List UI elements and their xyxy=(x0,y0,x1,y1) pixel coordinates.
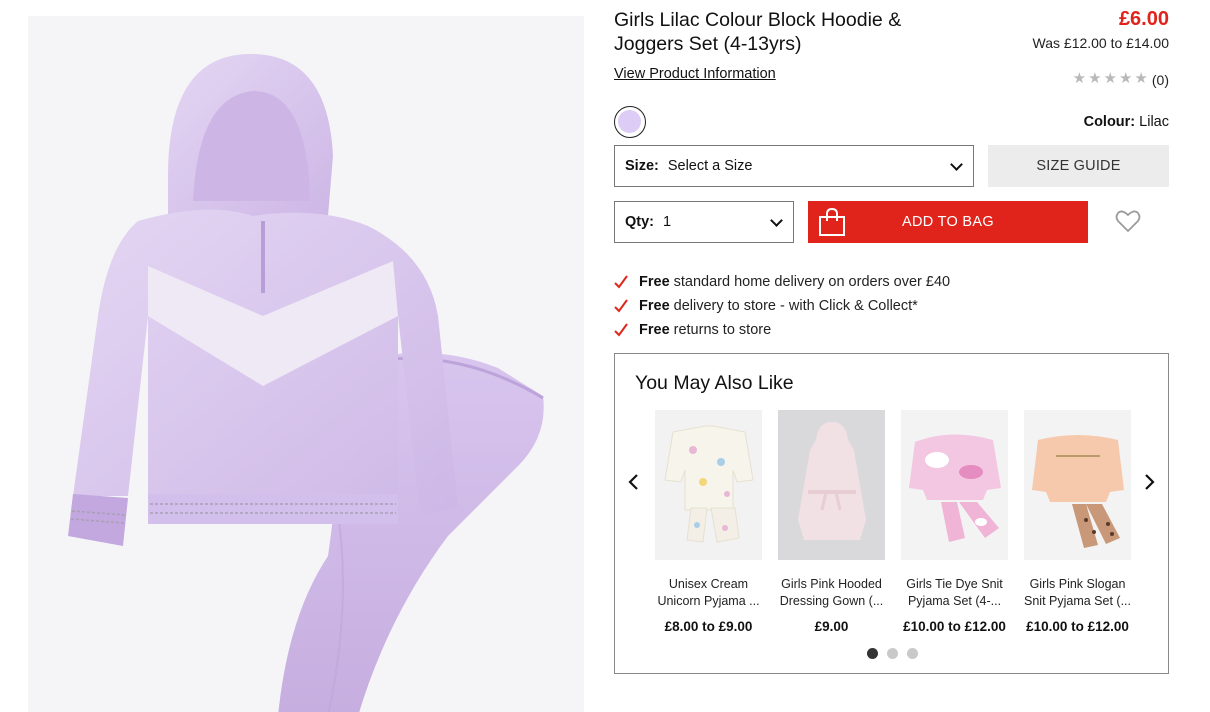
carousel-product-card[interactable]: Girls Pink Slogan Snit Pyjama Set (... £… xyxy=(1024,410,1131,634)
review-count: (0) xyxy=(1151,72,1169,88)
delivery-item-text: returns to store xyxy=(673,322,772,338)
heart-icon[interactable] xyxy=(1114,207,1142,235)
colour-swatch-fill xyxy=(618,110,641,133)
card-price: £8.00 to £9.00 xyxy=(664,619,753,634)
product-title-line1: Girls Lilac Colour Block Hoodie & xyxy=(614,9,902,31)
size-value: Select a Size xyxy=(667,158,753,174)
tick-icon xyxy=(614,299,628,313)
delivery-item-text: standard home delivery on orders over £4… xyxy=(673,274,951,290)
tick-icon xyxy=(614,275,628,289)
qty-label: Qty: xyxy=(625,214,654,230)
chevron-down-icon xyxy=(770,214,783,227)
was-price: Was £12.00 to £14.00 xyxy=(1032,35,1169,51)
product-main-image[interactable] xyxy=(28,16,584,712)
colour-indicator: Colour: Lilac xyxy=(1084,114,1169,130)
card-price: £10.00 to £12.00 xyxy=(1026,619,1129,634)
qty-value: 1 xyxy=(663,214,672,230)
shopping-bag-icon xyxy=(819,207,845,236)
carousel-dot[interactable] xyxy=(867,648,878,659)
card-name-line1: Girls Pink Slogan xyxy=(1029,577,1126,591)
colour-value: Lilac xyxy=(1139,114,1169,130)
colour-label: Colour: xyxy=(1083,114,1136,130)
star-icon: ★ xyxy=(1134,69,1148,87)
colour-swatch-lilac[interactable] xyxy=(614,106,646,138)
star-rating[interactable]: ★ ★ ★ ★ ★ (0) xyxy=(1073,69,1169,88)
product-title-line2: Joggers Set (4-13yrs) xyxy=(614,33,802,55)
you-may-also-like-carousel: You May Also Like Unisex Cream Unicorn P… xyxy=(614,353,1169,674)
chevron-right-icon[interactable] xyxy=(1140,472,1158,492)
chevron-left-icon[interactable] xyxy=(625,472,643,492)
delivery-item-bold: Free xyxy=(639,298,670,314)
delivery-item: Free standard home delivery on orders ov… xyxy=(614,270,950,294)
delivery-info-list: Free standard home delivery on orders ov… xyxy=(614,270,950,342)
view-product-information-link[interactable]: View Product Information xyxy=(614,66,776,82)
star-icon: ★ xyxy=(1088,69,1102,87)
size-guide-button[interactable]: SIZE GUIDE xyxy=(988,145,1169,187)
star-icon: ★ xyxy=(1118,69,1133,87)
product-price: £6.00 xyxy=(1118,8,1169,30)
delivery-item: Free delivery to store - with Click & Co… xyxy=(614,294,950,318)
carousel-dot[interactable] xyxy=(907,648,918,659)
tick-icon xyxy=(614,323,628,337)
card-name-line2: Snit Pyjama Set (... xyxy=(1024,594,1131,608)
delivery-item: Free returns to store xyxy=(614,318,950,342)
chevron-down-icon xyxy=(950,158,963,171)
star-icon: ★ xyxy=(1072,69,1087,87)
star-icon: ★ xyxy=(1103,69,1117,87)
add-to-bag-button[interactable]: ADD TO BAG xyxy=(808,201,1088,243)
carousel-pagination xyxy=(867,648,918,659)
product-thumbnail xyxy=(1024,410,1131,560)
product-title: Girls Lilac Colour Block Hoodie & Jogger… xyxy=(614,8,944,56)
card-name-line2: Dressing Gown (... xyxy=(779,594,884,608)
carousel-product-card[interactable]: Girls Pink Hooded Dressing Gown (... £9.… xyxy=(778,410,885,634)
carousel-dot[interactable] xyxy=(887,648,898,659)
product-thumbnail xyxy=(778,410,885,560)
size-label: Size: xyxy=(625,158,659,174)
carousel-product-card[interactable]: Girls Tie Dye Snit Pyjama Set (4-... £10… xyxy=(901,410,1008,634)
delivery-item-text: delivery to store - with Click & Collect… xyxy=(673,298,918,314)
product-thumbnail xyxy=(655,410,762,560)
carousel-product-card[interactable]: Unisex Cream Unicorn Pyjama ... £8.00 to… xyxy=(655,410,762,634)
quantity-select[interactable]: Qty: 1 xyxy=(614,201,794,243)
card-price: £9.00 xyxy=(814,619,849,634)
add-to-bag-label: ADD TO BAG xyxy=(902,214,994,230)
card-name-line1: Girls Pink Hooded xyxy=(781,577,882,591)
carousel-title: You May Also Like xyxy=(635,372,794,394)
product-thumbnail xyxy=(901,410,1008,560)
delivery-item-bold: Free xyxy=(639,274,670,290)
size-select[interactable]: Size: Select a Size xyxy=(614,145,974,187)
card-price: £10.00 to £12.00 xyxy=(903,619,1006,634)
card-name-line1: Unisex Cream xyxy=(668,577,749,591)
card-name-line1: Girls Tie Dye Snit xyxy=(906,577,1003,591)
card-name-line2: Pyjama Set (4-... xyxy=(907,594,1002,608)
card-name-line2: Unicorn Pyjama ... xyxy=(657,594,760,608)
delivery-item-bold: Free xyxy=(639,322,670,338)
